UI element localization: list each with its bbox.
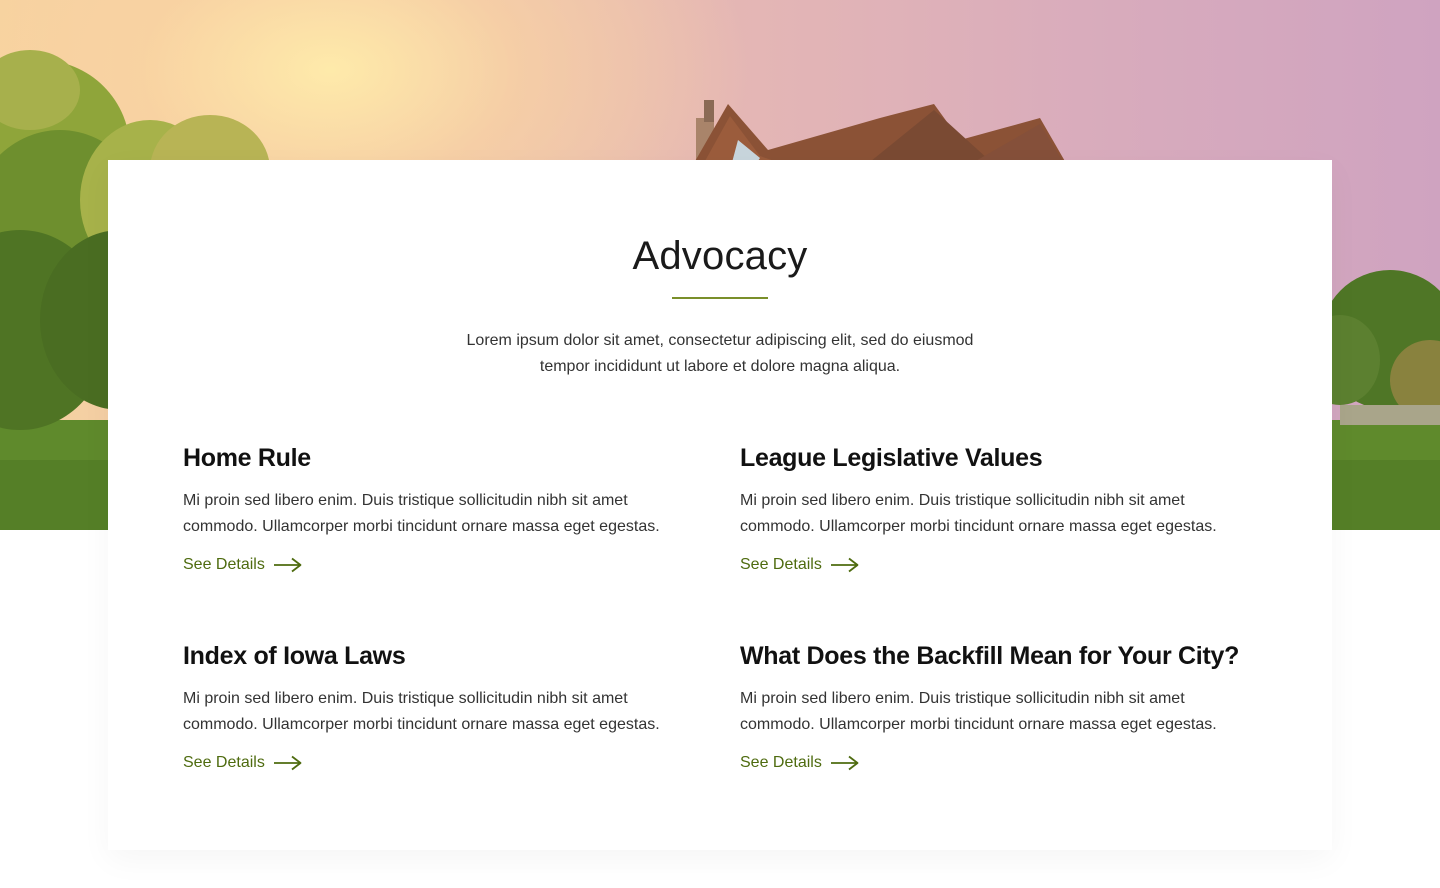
section-title: Advocacy	[632, 234, 808, 278]
page: Advocacy Lorem ipsum dolor sit amet, con…	[0, 0, 1440, 888]
item-description: Mi proin sed libero enim. Duis tristique…	[183, 690, 660, 733]
item-description: Mi proin sed libero enim. Duis tristique…	[740, 690, 1217, 733]
link-label: See Details	[740, 556, 822, 573]
arrow-right-icon	[830, 557, 859, 573]
section-intro: Lorem ipsum dolor sit amet, consectetur …	[466, 332, 974, 375]
arrow-right-icon	[273, 755, 302, 771]
advocacy-item-backfill: What Does the Backfill Mean for Your Cit…	[740, 640, 1300, 772]
see-details-link[interactable]: See Details	[183, 754, 303, 772]
link-label: See Details	[183, 556, 265, 573]
item-title: League Legislative Values	[740, 444, 1043, 472]
link-label: See Details	[183, 754, 265, 771]
title-divider	[672, 297, 768, 299]
see-details-link[interactable]: See Details	[183, 556, 303, 574]
advocacy-item-home-rule: Home Rule Mi proin sed libero enim. Duis…	[183, 442, 703, 574]
arrow-right-icon	[273, 557, 302, 573]
item-title: Home Rule	[183, 444, 311, 472]
arrow-right-icon	[830, 755, 859, 771]
item-title: Index of Iowa Laws	[183, 642, 406, 670]
see-details-link[interactable]: See Details	[740, 556, 860, 574]
advocacy-item-legislative-values: League Legislative Values Mi proin sed l…	[740, 442, 1260, 574]
advocacy-item-iowa-laws: Index of Iowa Laws Mi proin sed libero e…	[183, 640, 703, 772]
item-description: Mi proin sed libero enim. Duis tristique…	[183, 492, 660, 535]
item-title: What Does the Backfill Mean for Your Cit…	[740, 642, 1240, 670]
link-label: See Details	[740, 754, 822, 771]
see-details-link[interactable]: See Details	[740, 754, 860, 772]
item-description: Mi proin sed libero enim. Duis tristique…	[740, 492, 1217, 535]
